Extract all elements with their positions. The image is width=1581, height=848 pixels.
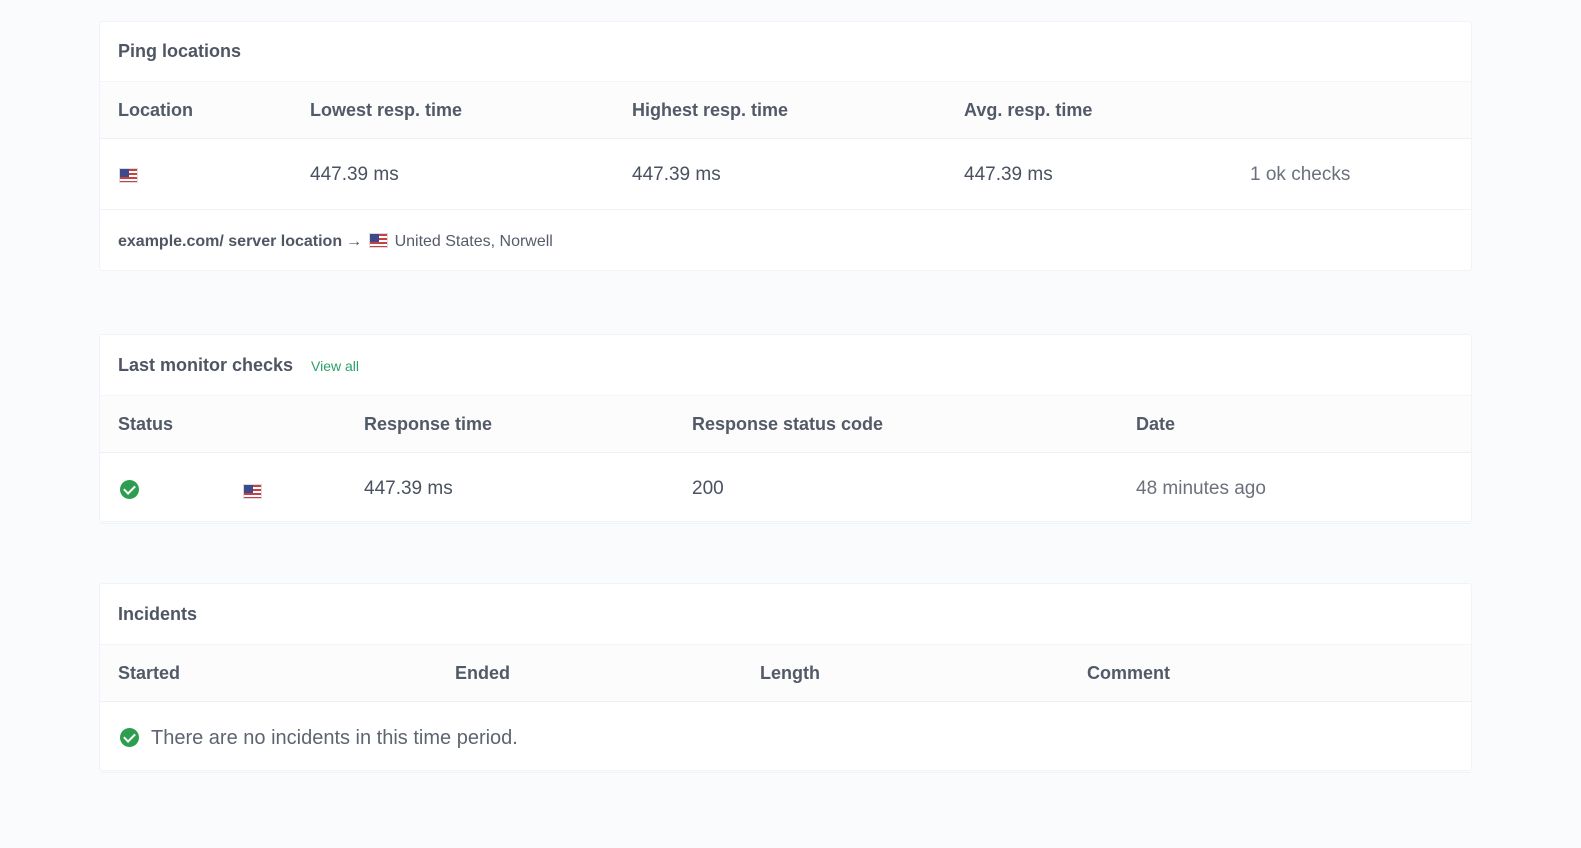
last-monitor-checks-title: Last monitor checks: [118, 355, 294, 375]
avg-resp-time-value: 447.39 ms: [964, 164, 1053, 185]
column-length: Length: [760, 663, 820, 683]
column-started: Started: [118, 663, 181, 683]
column-date: Date: [1136, 414, 1176, 434]
column-ended: Ended: [455, 663, 511, 683]
last-checks-header-row: Status Response time Response status cod…: [100, 395, 1471, 453]
check-date-value: 48 minutes ago: [1136, 478, 1266, 499]
column-response-time: Response time: [364, 414, 493, 434]
incidents-card: Incidents Started Ended Length Comment T…: [99, 583, 1472, 773]
us-flag-icon: [243, 484, 262, 499]
no-incidents-message: There are no incidents in this time peri…: [151, 727, 518, 749]
incidents-empty-row: There are no incidents in this time peri…: [100, 703, 1471, 773]
server-location-label: example.com/ server location: [118, 233, 343, 250]
incidents-title: Incidents: [118, 604, 198, 624]
table-row: 447.39 ms 447.39 ms 447.39 ms 1 ok check…: [100, 140, 1471, 210]
column-comment: Comment: [1087, 663, 1171, 683]
view-all-link[interactable]: View all: [311, 358, 359, 374]
table-row: 447.39 ms 200 48 minutes ago: [100, 454, 1471, 524]
us-flag-icon: [369, 233, 389, 248]
ok-checks-count: 1 ok checks: [1250, 164, 1351, 185]
us-flag-icon: [119, 168, 138, 183]
check-circle-icon: [120, 480, 139, 499]
column-avg-resp-time: Avg. resp. time: [964, 100, 1093, 120]
column-location: Location: [118, 100, 193, 120]
lowest-resp-time-value: 447.39 ms: [310, 164, 399, 185]
server-location-line: example.com/ server location → United Sta…: [118, 233, 553, 251]
arrow-right-icon: →: [346, 233, 363, 250]
check-circle-icon: [120, 728, 139, 747]
column-lowest-resp-time: Lowest resp. time: [310, 100, 463, 120]
server-location-value: United States, Norwell: [394, 233, 553, 250]
column-response-status-code: Response status code: [692, 414, 884, 434]
incidents-header-row: Started Ended Length Comment: [100, 644, 1471, 702]
response-status-code-value: 200: [692, 478, 724, 499]
ping-locations-title: Ping locations: [118, 41, 242, 61]
highest-resp-time-value: 447.39 ms: [632, 164, 721, 185]
response-time-value: 447.39 ms: [364, 478, 453, 499]
column-status: Status: [118, 414, 174, 434]
ping-locations-card: Ping locations Location Lowest resp. tim…: [99, 21, 1472, 271]
ping-locations-header-row: Location Lowest resp. time Highest resp.…: [100, 81, 1471, 139]
last-monitor-checks-card: Last monitor checks View all Status Resp…: [99, 334, 1472, 524]
column-highest-resp-time: Highest resp. time: [632, 100, 789, 120]
